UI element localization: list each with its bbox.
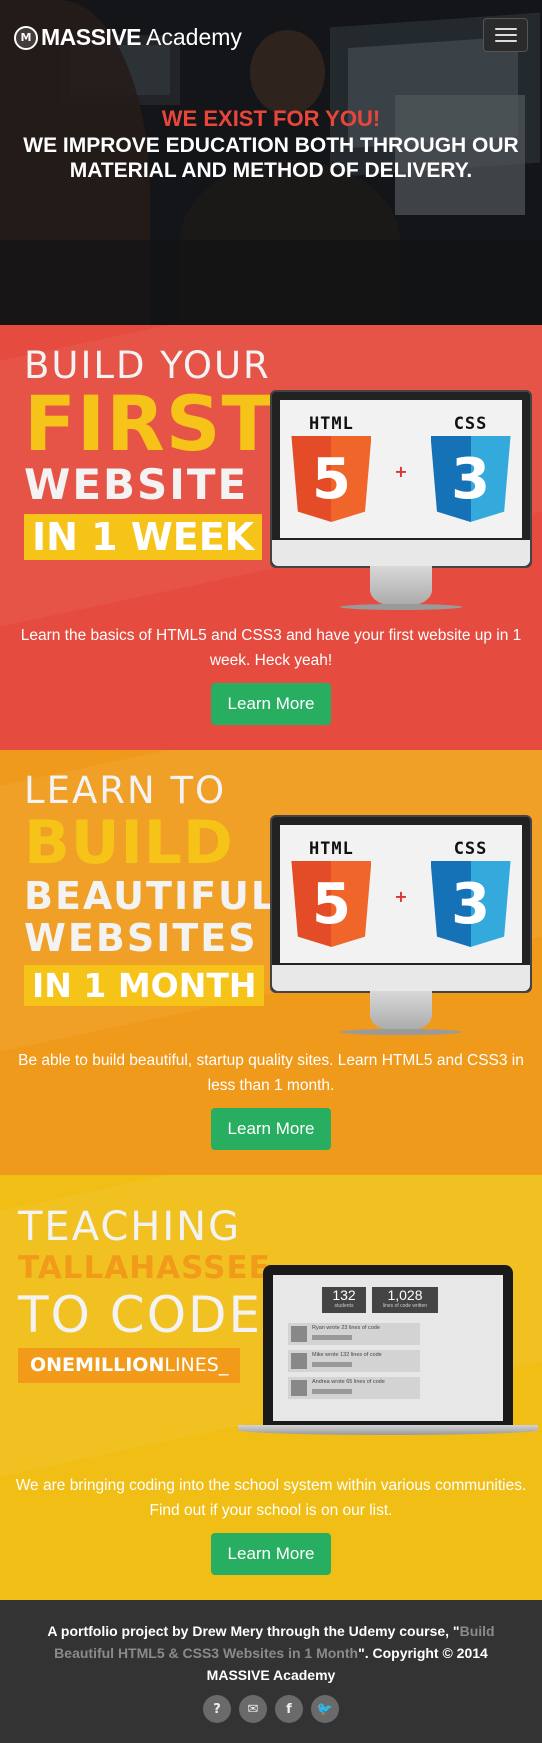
footer-credit: A portfolio project by Drew Mery through… — [47, 1623, 495, 1683]
academy-seal-icon: M — [14, 25, 38, 50]
monitor-illustration: HTML 5 + CSS 3 — [270, 390, 532, 620]
feature-description: We are bringing coding into the school s… — [15, 1477, 527, 1519]
navbar: M MASSIVE Academy — [0, 0, 542, 78]
stat-lines-of-code: 1,028 lines of code written — [372, 1287, 438, 1313]
feature-beautiful-websites: LEARN TO BUILD BEAUTIFUL WEBSITES IN 1 M… — [0, 750, 542, 1175]
user-avatar-icon — [291, 1353, 307, 1369]
user-avatar-icon — [291, 1380, 307, 1396]
learn-more-button[interactable]: Learn More — [211, 1533, 331, 1575]
envelope-icon[interactable]: ✉ — [239, 1695, 267, 1723]
stat-students: 132 students — [322, 1287, 366, 1313]
html5-logo: HTML 5 — [291, 839, 372, 947]
promo-graphic-text: BUILD YOUR FIRST WEBSITE IN 1 WEEK — [24, 344, 275, 560]
feature-description: Be able to build beautiful, startup qual… — [18, 1052, 524, 1094]
learn-more-button[interactable]: Learn More — [211, 1108, 331, 1150]
css3-logo: CSS 3 — [430, 414, 511, 522]
question-icon[interactable]: ? — [203, 1695, 231, 1723]
brand-sub: Academy — [146, 24, 242, 50]
facebook-icon[interactable]: f — [275, 1695, 303, 1723]
feature-description: Learn the basics of HTML5 and CSS3 and h… — [20, 627, 522, 669]
twitter-icon[interactable]: 🐦 — [311, 1695, 339, 1723]
feature-tallahassee: TEACHING TALLAHASSEE TO CODE ONEMILLIONL… — [0, 1175, 542, 1600]
brand-logo-link[interactable]: M MASSIVE Academy — [14, 24, 242, 51]
hero-tagline: WE EXIST FOR YOU! — [161, 106, 381, 131]
promo-graphic-text: TEACHING TALLAHASSEE TO CODE ONEMILLIONL… — [18, 1207, 271, 1383]
user-avatar-icon — [291, 1326, 307, 1342]
feature-first-website: BUILD YOUR FIRST WEBSITE IN 1 WEEK HTML … — [0, 325, 542, 750]
activity-feed-item: Mike wrote 132 lines of code — [288, 1350, 420, 1372]
menu-toggle-button[interactable] — [483, 18, 528, 52]
promo-graphic-text: LEARN TO BUILD BEAUTIFUL WEBSITES IN 1 M… — [24, 769, 278, 1006]
html5-logo: HTML 5 — [291, 414, 372, 522]
hero-text: WE EXIST FOR YOU! WE IMPROVE EDUCATION B… — [20, 106, 522, 183]
social-links: ? ✉ f 🐦 — [0, 1695, 542, 1723]
hero-headline: WE IMPROVE EDUCATION BOTH THROUGH OUR MA… — [23, 134, 519, 182]
hero-section: M MASSIVE Academy WE EXIST FOR YOU! WE I… — [0, 0, 542, 325]
activity-feed-item: Andrea wrote 65 lines of code — [288, 1377, 420, 1399]
hamburger-icon — [494, 28, 517, 30]
brand-name: MASSIVE — [41, 24, 142, 50]
learn-more-button[interactable]: Learn More — [211, 683, 331, 725]
css3-logo: CSS 3 — [430, 839, 511, 947]
laptop-illustration: 132 students 1,028 lines of code written… — [238, 1265, 538, 1455]
activity-feed-item: Ryan wrote 23 lines of code — [288, 1323, 420, 1345]
footer: A portfolio project by Drew Mery through… — [0, 1600, 542, 1743]
monitor-illustration: HTML 5 + CSS 3 — [270, 815, 532, 1045]
